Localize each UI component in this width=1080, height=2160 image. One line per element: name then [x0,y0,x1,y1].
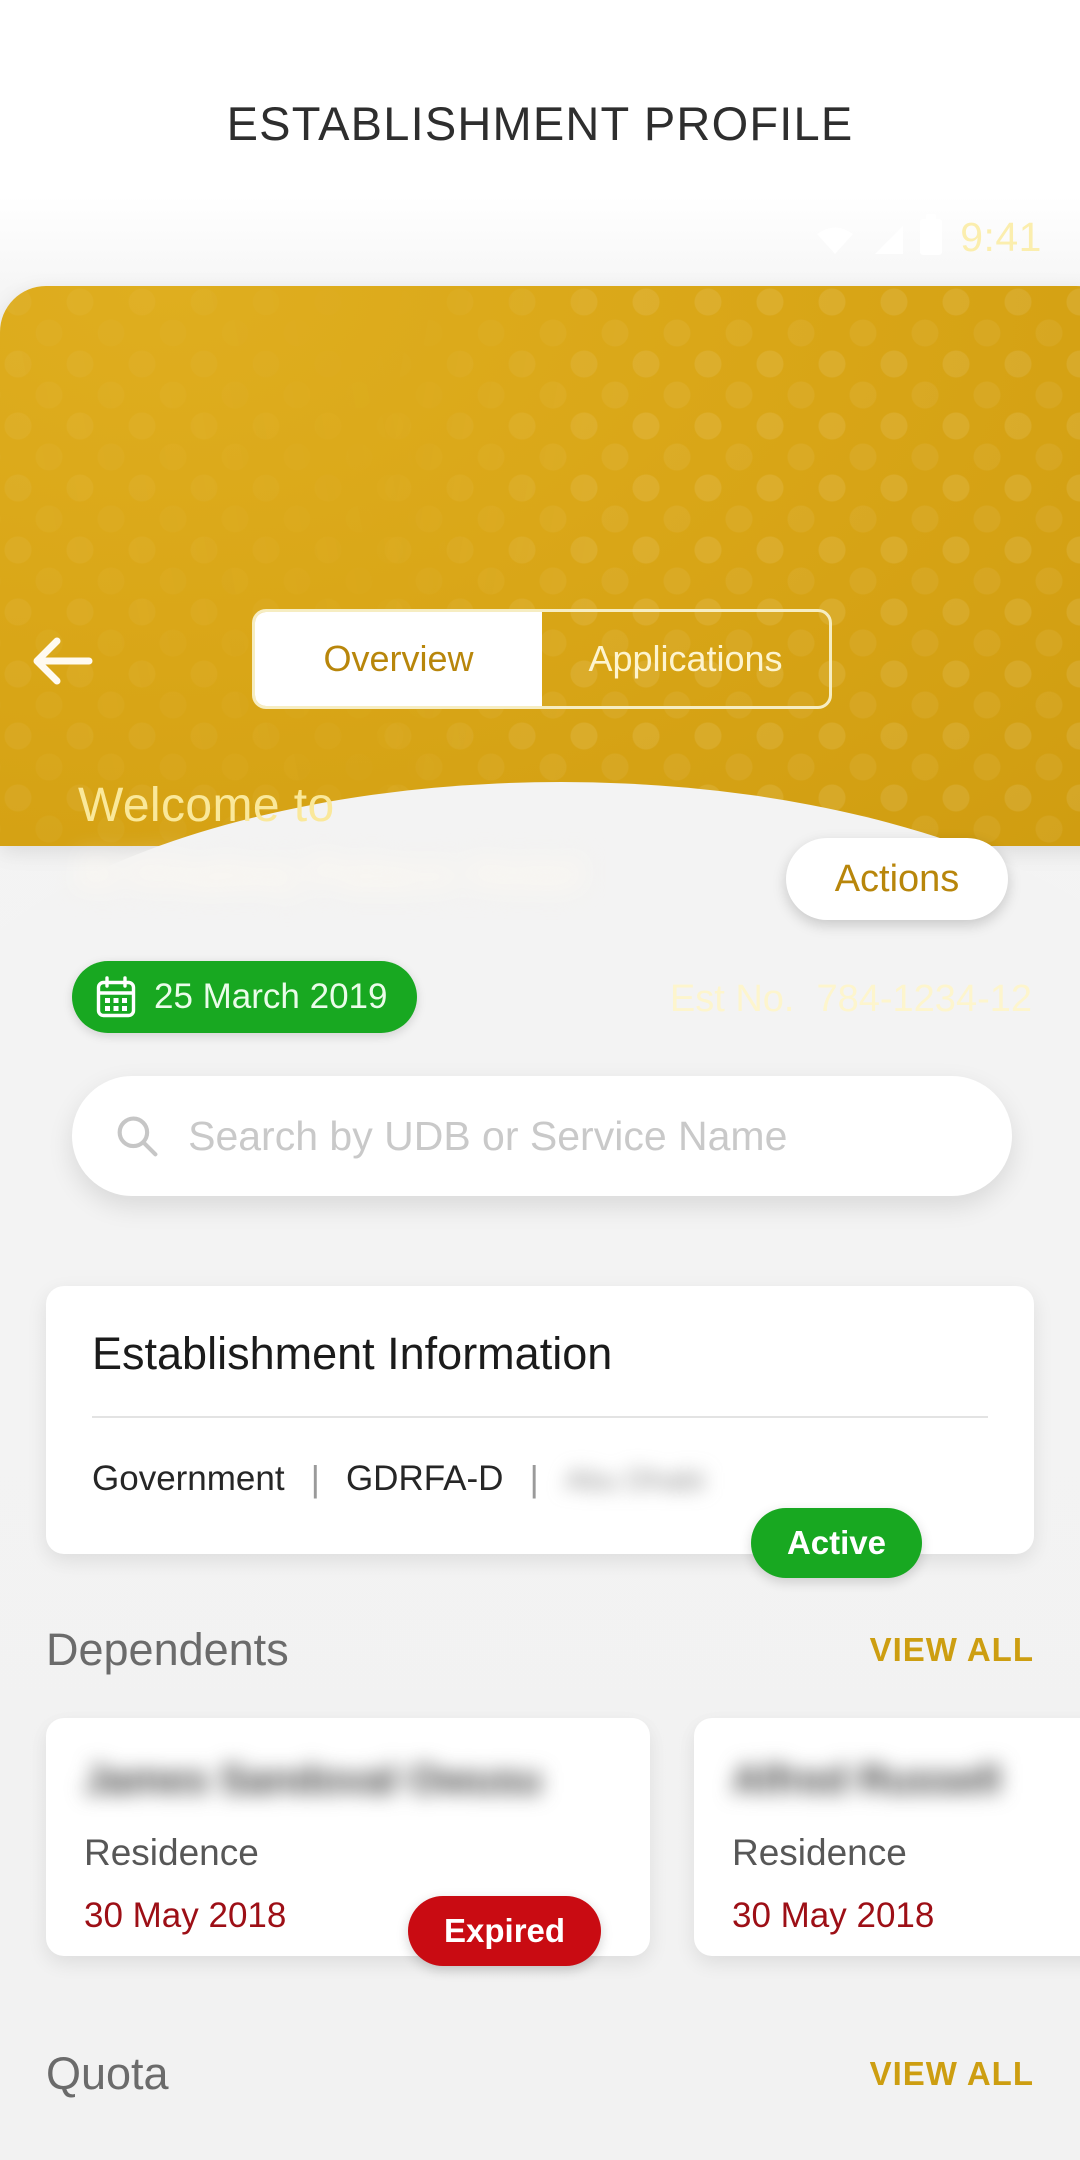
status-bar-time: 9:41 [960,213,1042,260]
establishment-number-label: Est No. [669,978,795,1020]
quota-title: Quota [46,2048,169,2099]
header-banner [0,286,1080,1082]
date-badge-label: 25 March 2019 [154,977,388,1016]
search-input[interactable] [188,1112,968,1160]
back-button[interactable] [20,619,104,703]
tab-applications[interactable]: Applications [542,612,829,706]
dependents-view-all[interactable]: VIEW ALL [870,1631,1034,1669]
card-divider [92,1416,988,1418]
quota-view-all[interactable]: VIEW ALL [870,2055,1034,2093]
establishment-info-title: Establishment Information [92,1328,613,1379]
establishment-type: Government [92,1459,285,1498]
actions-button[interactable]: Actions [786,838,1008,920]
header-dot-pattern-right [382,286,1080,846]
wifi-icon [817,227,854,254]
signal-icon [875,226,904,254]
battery-icon [920,214,943,255]
tab-bar: Overview Applications [252,609,832,709]
establishment-info-meta: Government | GDRFA-D | Abu Dhabi [92,1458,988,1500]
dependents-title: Dependents [46,1624,289,1675]
dependent-card[interactable]: James Sandoval Owusu Residence 30 May 20… [46,1718,650,1966]
status-bar: 9:41 [816,210,1042,264]
dependents-section-header: Dependents VIEW ALL [46,1620,1034,1680]
header-background [0,286,1080,846]
arrow-left-icon [33,637,93,685]
welcome-label: Welcome to [78,779,335,832]
search-bar[interactable] [72,1076,1012,1196]
establishment-info-card: Establishment Information Government | G… [46,1286,1034,1578]
dependent-name: James Sandoval Owusu [84,1758,542,1798]
status-badge-expired: Expired [408,1896,602,1966]
establishment-authority: GDRFA-D [345,1459,504,1498]
establishment-name: Al Khaleej Palace Hotel [74,847,583,899]
date-badge[interactable]: 25 March 2019 [72,961,418,1033]
calendar-icon [96,976,136,1018]
dependent-card[interactable]: Alfred Russell Residence 30 May 2018 [694,1718,1080,1956]
status-bar-icons [816,214,943,255]
phone-canvas: 9:41 Overview Applications Welcome to Al… [0,196,1080,2160]
tab-overview[interactable]: Overview [255,612,542,706]
dependent-date: 30 May 2018 [732,1896,935,1935]
search-icon [117,1116,158,1157]
status-badge-active: Active [750,1508,922,1578]
screen-root: ESTABLISHMENT PROFILE 9:41 Overview Appl… [0,0,1080,2160]
page-title: ESTABLISHMENT PROFILE [226,97,854,150]
dependent-type: Residence [732,1832,907,1873]
dependents-carousel[interactable]: James Sandoval Owusu Residence 30 May 20… [46,1718,1080,1980]
meta-separator-1: | [310,1458,320,1499]
dependent-name: Alfred Russell [732,1758,1001,1798]
dependent-type: Residence [84,1832,259,1873]
establishment-extra: Abu Dhabi [564,1464,705,1497]
quota-section-header: Quota VIEW ALL [46,2044,1034,2104]
meta-separator-2: | [529,1458,539,1499]
establishment-number: Est No. 784-1234-12 [670,978,1032,1021]
establishment-number-value: 784-1234-12 [816,978,1032,1020]
